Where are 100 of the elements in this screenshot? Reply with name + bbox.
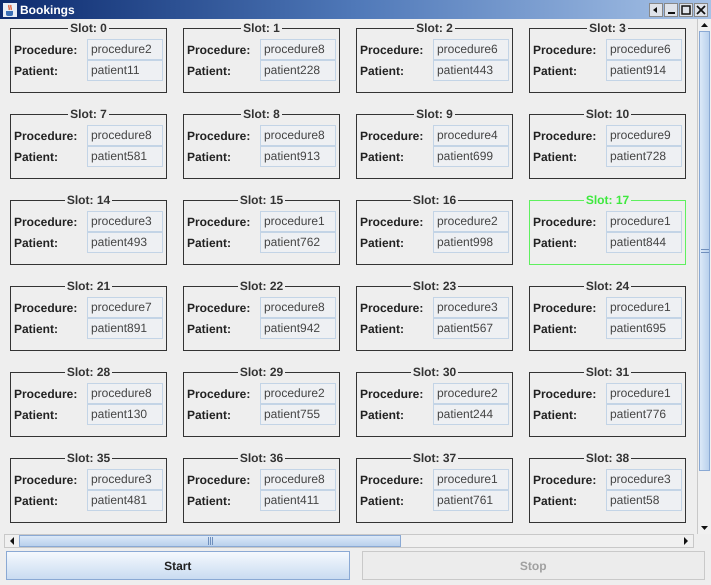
text-field[interactable]: procedure8 xyxy=(260,125,336,146)
slot-title: Slot: 7 xyxy=(69,107,108,121)
text-field[interactable]: patient411 xyxy=(260,490,336,511)
slot-title: Slot: 29 xyxy=(238,365,284,379)
field-label: Procedure: xyxy=(14,472,78,488)
text-field[interactable]: patient567 xyxy=(433,318,509,339)
text-field[interactable]: patient11 xyxy=(87,60,163,81)
text-field[interactable]: patient914 xyxy=(606,60,682,81)
field-label: Patient: xyxy=(14,62,60,80)
slot-title: Slot: 17 xyxy=(584,193,630,207)
minimize-icon xyxy=(668,12,674,14)
text-field[interactable]: patient942 xyxy=(260,318,336,339)
text-field[interactable]: patient844 xyxy=(606,232,682,253)
text-field[interactable]: procedure6 xyxy=(606,39,682,60)
text-field[interactable]: patient699 xyxy=(433,146,509,167)
text-field[interactable]: procedure4 xyxy=(433,125,509,146)
maximize-button[interactable] xyxy=(679,2,693,16)
text-field[interactable]: procedure1 xyxy=(606,383,682,404)
field-label: Procedure: xyxy=(187,214,252,230)
slot-title: Slot: 8 xyxy=(242,107,281,121)
field-label: Procedure: xyxy=(14,300,78,316)
field-label: Procedure: xyxy=(360,472,424,488)
slot-title: Slot: 30 xyxy=(412,365,458,379)
slot-title: Slot: 31 xyxy=(584,365,630,379)
text-field[interactable]: patient58 xyxy=(606,490,682,511)
text-field[interactable]: procedure3 xyxy=(87,469,163,490)
text-field[interactable]: patient762 xyxy=(260,232,336,253)
slot-title: Slot: 2 xyxy=(415,21,454,35)
slot-title: Slot: 3 xyxy=(588,21,627,35)
text-field[interactable]: patient776 xyxy=(606,404,682,425)
text-field[interactable]: patient755 xyxy=(260,404,336,425)
scroll-thumb[interactable] xyxy=(19,535,401,547)
slot-title: Slot: 38 xyxy=(584,451,630,465)
text-field[interactable]: procedure1 xyxy=(606,211,682,232)
field-label: Patient: xyxy=(533,492,578,510)
field-label: Patient: xyxy=(14,148,60,166)
vertical-scrollbar[interactable] xyxy=(697,19,711,534)
field-label: Procedure: xyxy=(187,472,252,488)
text-field[interactable]: patient695 xyxy=(606,318,682,339)
text-field[interactable]: procedure7 xyxy=(87,297,163,318)
field-label: Procedure: xyxy=(533,386,598,402)
field-label: Patient: xyxy=(533,62,578,80)
text-field[interactable]: procedure8 xyxy=(87,383,163,404)
horizontal-scrollbar[interactable] xyxy=(4,534,694,548)
slot-title: Slot: 35 xyxy=(66,451,112,465)
field-label: Procedure: xyxy=(533,472,598,488)
slot-title: Slot: 9 xyxy=(415,107,454,121)
field-label: Procedure: xyxy=(360,386,424,402)
text-field[interactable]: patient244 xyxy=(433,404,509,425)
field-label: Procedure: xyxy=(187,128,252,144)
text-field[interactable]: patient998 xyxy=(433,232,509,253)
text-field[interactable]: procedure9 xyxy=(606,125,682,146)
text-field[interactable]: patient913 xyxy=(260,146,336,167)
text-field[interactable]: procedure8 xyxy=(260,297,336,318)
text-field[interactable]: procedure1 xyxy=(260,211,336,232)
text-field[interactable]: patient581 xyxy=(87,146,163,167)
text-field[interactable]: patient481 xyxy=(87,490,163,511)
slot-title: Slot: 16 xyxy=(412,193,458,207)
field-label: Procedure: xyxy=(187,300,252,316)
slot-title: Slot: 0 xyxy=(69,21,108,35)
restore-button[interactable] xyxy=(649,2,663,16)
text-field[interactable]: procedure1 xyxy=(433,469,509,490)
text-field[interactable]: patient493 xyxy=(87,232,163,253)
text-field[interactable]: procedure6 xyxy=(433,39,509,60)
text-field[interactable]: patient891 xyxy=(87,318,163,339)
close-button[interactable] xyxy=(694,2,708,16)
text-field[interactable]: procedure2 xyxy=(433,383,509,404)
field-label: Patient: xyxy=(14,492,60,510)
text-field[interactable]: patient728 xyxy=(606,146,682,167)
field-label: Procedure: xyxy=(533,42,598,58)
slot-title: Slot: 1 xyxy=(242,21,281,35)
field-label: Patient: xyxy=(533,406,578,424)
text-field[interactable]: procedure2 xyxy=(260,383,336,404)
start-button[interactable]: Start xyxy=(6,551,350,580)
slot-title: Slot: 23 xyxy=(412,279,458,293)
text-field[interactable]: procedure1 xyxy=(606,297,682,318)
text-field[interactable]: procedure3 xyxy=(606,469,682,490)
field-label: Procedure: xyxy=(14,386,78,402)
text-field[interactable]: procedure8 xyxy=(260,469,336,490)
field-label: Procedure: xyxy=(360,42,424,58)
text-field[interactable]: patient228 xyxy=(260,60,336,81)
field-label: Patient: xyxy=(360,62,406,80)
text-field[interactable]: procedure3 xyxy=(433,297,509,318)
field-label: Patient: xyxy=(187,492,232,510)
minimize-button[interactable] xyxy=(664,2,678,16)
field-label: Patient: xyxy=(14,320,60,338)
slot-title: Slot: 15 xyxy=(238,193,284,207)
text-field[interactable]: procedure2 xyxy=(433,211,509,232)
field-label: Procedure: xyxy=(14,214,78,230)
text-field[interactable]: procedure3 xyxy=(87,211,163,232)
text-field[interactable]: procedure8 xyxy=(260,39,336,60)
text-field[interactable]: patient130 xyxy=(87,404,163,425)
text-field[interactable]: procedure2 xyxy=(87,39,163,60)
text-field[interactable]: procedure8 xyxy=(87,125,163,146)
text-field[interactable]: patient761 xyxy=(433,490,509,511)
scroll-thumb[interactable] xyxy=(699,31,710,471)
field-label: Patient: xyxy=(360,320,406,338)
text-field[interactable]: patient443 xyxy=(433,60,509,81)
slot-title: Slot: 36 xyxy=(238,451,284,465)
field-label: Procedure: xyxy=(360,128,424,144)
